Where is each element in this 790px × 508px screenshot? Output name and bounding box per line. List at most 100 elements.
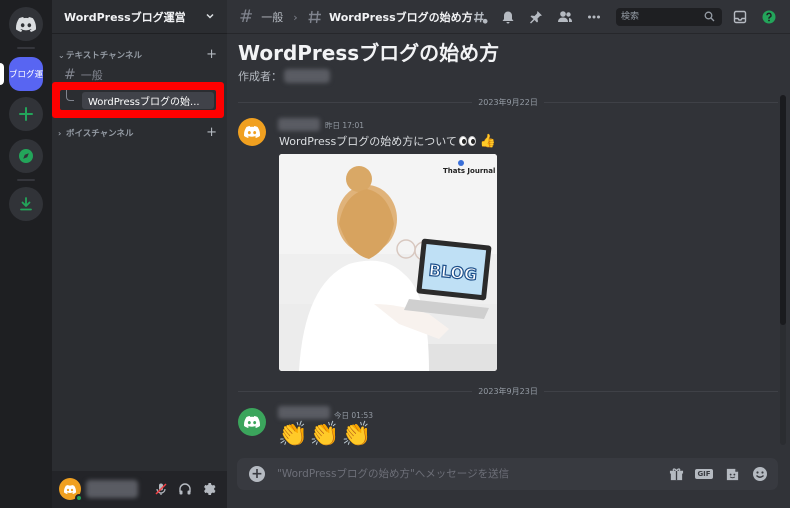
rail-separator xyxy=(17,179,35,181)
discord-window: ブログ運 WordPressブログ運営 ⌄ テキストチャンネル + # 一般 W… xyxy=(0,0,790,508)
user-settings-button[interactable] xyxy=(201,481,217,497)
thread-title-header: WordPressブログの始め方 xyxy=(329,11,473,24)
server-header[interactable]: WordPressブログ運営 xyxy=(52,0,227,34)
channel-item-general[interactable]: # 一般 xyxy=(64,67,103,83)
deafen-button[interactable] xyxy=(177,481,193,497)
image-attachment[interactable]: BLOG Thats Journal xyxy=(279,154,497,371)
parent-channel-link[interactable]: # 一般 › xyxy=(239,0,298,34)
username-blurred xyxy=(86,480,138,498)
creator-name-blurred xyxy=(284,69,330,83)
thread-creator: 作成者： xyxy=(238,68,330,84)
category-label: テキストチャンネル xyxy=(66,51,142,61)
headphones-icon xyxy=(179,483,191,495)
rail-separator xyxy=(17,47,35,49)
message-composer: + GIF xyxy=(237,458,778,490)
chevron-right-icon: › xyxy=(58,128,62,138)
gift-button[interactable] xyxy=(668,466,684,482)
message-content: WordPressブログの始め方について 👍 xyxy=(279,133,496,149)
creator-label: 作成者： xyxy=(238,70,282,83)
parent-channel-name: 一般 xyxy=(261,11,284,24)
search-icon xyxy=(704,11,715,22)
plus-icon xyxy=(19,107,33,121)
active-server-indicator xyxy=(0,63,4,85)
thumbs-up-emoji-icon: 👍 xyxy=(479,133,497,149)
add-server-button[interactable] xyxy=(9,97,43,131)
upload-plus-button[interactable]: + xyxy=(249,466,265,482)
download-apps-button[interactable] xyxy=(9,187,43,221)
members-icon xyxy=(558,11,572,22)
brand-logo-text: Thats Journal xyxy=(443,167,495,175)
thread-item-wordpress[interactable]: WordPressブログの始... xyxy=(82,92,214,109)
thread-header: # 一般 › WordPressブログの始め方 xyxy=(227,0,790,34)
mic-muted-icon xyxy=(155,483,167,495)
thread-icon xyxy=(307,0,323,34)
avatar[interactable] xyxy=(238,408,266,436)
blog-illustration-image: BLOG Thats Journal xyxy=(279,154,497,371)
home-button[interactable] xyxy=(9,7,43,41)
create-channel-plus-icon[interactable]: + xyxy=(206,125,217,140)
gear-icon xyxy=(204,483,216,495)
thread-label: WordPressブログの始... xyxy=(88,97,200,108)
pinned-messages-button[interactable] xyxy=(528,9,544,25)
create-channel-plus-icon[interactable]: + xyxy=(206,47,217,62)
compass-icon xyxy=(19,149,33,163)
date-divider: 2023年9月22日 xyxy=(238,96,779,108)
category-text-channels[interactable]: ⌄ テキストチャンネル + xyxy=(58,47,221,62)
eyes-emoji-icon xyxy=(458,136,477,146)
discord-logo-icon xyxy=(244,416,260,428)
explore-servers-button[interactable] xyxy=(9,139,43,173)
highlight-box: WordPressブログの始... xyxy=(52,82,224,118)
clapping-hands-emoji-icon: 👏 xyxy=(341,420,372,448)
download-icon xyxy=(20,197,32,211)
notification-settings-button[interactable] xyxy=(500,9,516,25)
server-icon-label: ブログ運 xyxy=(9,70,43,80)
thread-title: WordPressブログの始め方 xyxy=(238,41,500,65)
gif-button[interactable]: GIF xyxy=(695,466,713,482)
hashtag-icon: # xyxy=(64,67,76,83)
chevron-down-icon: ⌄ xyxy=(58,50,65,60)
mute-mic-button[interactable] xyxy=(153,481,169,497)
channel-sidebar: WordPressブログ運営 ⌄ テキストチャンネル + # 一般 WordPr… xyxy=(52,0,227,508)
avatar[interactable] xyxy=(238,118,266,146)
ellipsis-icon xyxy=(588,15,600,19)
hashtag-icon: # xyxy=(239,7,254,27)
clapping-hands-emoji-icon: 👏 xyxy=(278,420,308,448)
gif-icon: GIF xyxy=(695,469,713,479)
thread-view: WordPressブログの始め方 作成者： 2023年9月22日 昨日 17:0… xyxy=(227,34,790,471)
author-name-blurred[interactable] xyxy=(278,118,320,131)
chevron-right-icon: › xyxy=(293,10,298,24)
threads-icon xyxy=(473,11,488,24)
user-panel xyxy=(52,471,227,508)
smiley-icon xyxy=(753,467,767,481)
member-list-button[interactable] xyxy=(557,9,573,25)
thread-branch-line-icon xyxy=(66,90,74,101)
help-icon xyxy=(762,10,776,24)
inbox-icon xyxy=(733,10,747,24)
plus-icon: + xyxy=(251,466,263,482)
online-status-indicator xyxy=(75,494,83,502)
help-button[interactable] xyxy=(761,9,777,25)
discord-logo-icon xyxy=(244,126,260,138)
message-input[interactable] xyxy=(277,464,657,484)
server-icon-active[interactable]: ブログ運 xyxy=(9,57,43,91)
emoji-button[interactable] xyxy=(752,466,768,482)
sticker-button[interactable] xyxy=(724,466,740,482)
category-voice-channels[interactable]: › ボイスチャンネル + xyxy=(58,125,221,140)
date-divider: 2023年9月23日 xyxy=(238,385,779,397)
bell-icon xyxy=(502,11,514,24)
threads-button[interactable] xyxy=(472,9,488,25)
clapping-hands-emoji-icon: 👏 xyxy=(309,420,340,448)
scrollbar-thumb[interactable] xyxy=(780,95,786,325)
pin-icon xyxy=(530,11,542,24)
gift-icon xyxy=(669,467,683,480)
channel-label: 一般 xyxy=(80,69,103,82)
message-text: WordPressブログの始め方について xyxy=(279,135,457,148)
author-name-blurred[interactable] xyxy=(278,406,330,419)
chevron-down-icon xyxy=(206,13,214,19)
more-options-button[interactable] xyxy=(586,9,602,25)
date-divider-label: 2023年9月22日 xyxy=(478,97,538,107)
server-rail: ブログ運 xyxy=(0,0,52,508)
thread-hashtag-icon xyxy=(308,10,321,24)
thread-row-container: WordPressブログの始... xyxy=(60,90,216,110)
inbox-button[interactable] xyxy=(732,9,748,25)
